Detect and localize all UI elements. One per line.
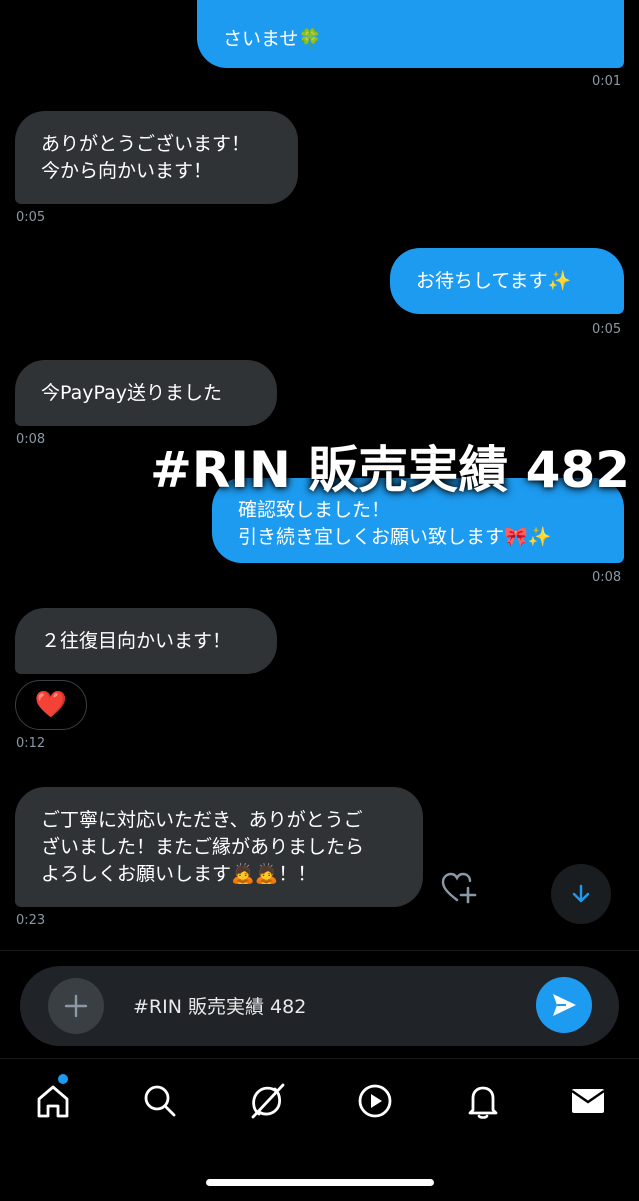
message-reaction[interactable]: ❤️ xyxy=(15,680,87,730)
home-indicator xyxy=(206,1179,434,1186)
message-timestamp: 0:05 xyxy=(16,210,46,225)
message-timestamp: 0:08 xyxy=(16,432,46,447)
message-timestamp: 0:08 xyxy=(592,570,622,585)
message-incoming[interactable]: ２往復目向かいます！ xyxy=(15,608,277,674)
divider xyxy=(0,950,639,951)
message-timestamp: 0:05 xyxy=(592,322,622,337)
home-icon[interactable] xyxy=(31,1074,75,1123)
overlay-caption: #RIN 販売実績 482 xyxy=(150,441,631,499)
notification-dot xyxy=(58,1074,68,1084)
message-outgoing[interactable]: さいませ🍀 xyxy=(197,0,624,68)
plus-icon xyxy=(64,994,88,1018)
messages-icon[interactable] xyxy=(566,1079,610,1123)
message-incoming[interactable]: ご丁寧に対応いただき、ありがとうご ざいました！またご縁がありましたら よろしく… xyxy=(15,787,423,907)
add-reaction-icon[interactable] xyxy=(440,870,480,906)
message-incoming[interactable]: ありがとうございます！ 今から向かいます！ xyxy=(15,111,298,204)
message-text: ご丁寧に対応いただき、ありがとうご ざいました！またご縁がありましたら よろしく… xyxy=(41,808,365,885)
send-button[interactable] xyxy=(536,977,592,1033)
scroll-to-bottom-button[interactable] xyxy=(551,864,611,924)
message-text: さいませ🍀 xyxy=(223,28,323,50)
message-incoming[interactable]: 今PayPay送りました xyxy=(15,360,277,426)
message-text: ２往復目向かいます！ xyxy=(41,629,232,652)
send-icon xyxy=(553,994,576,1016)
message-outgoing[interactable]: お待ちしてます✨ xyxy=(390,248,624,314)
grok-icon[interactable] xyxy=(245,1079,289,1123)
video-icon[interactable] xyxy=(353,1079,397,1123)
message-text: ありがとうございます！ 今から向かいます！ xyxy=(41,132,251,182)
message-text: 確認致しました！ 引き続き宜しくお願い致します🎀✨ xyxy=(238,498,552,548)
message-timestamp: 0:23 xyxy=(16,913,46,928)
message-timestamp: 0:12 xyxy=(16,736,46,751)
arrow-down-icon xyxy=(572,884,590,903)
message-text: 今PayPay送りました xyxy=(41,381,222,404)
add-attachment-button[interactable] xyxy=(48,978,104,1034)
search-icon[interactable] xyxy=(138,1079,182,1123)
message-composer: #RIN 販売実績 482 xyxy=(20,966,619,1046)
notifications-icon[interactable] xyxy=(461,1079,505,1123)
message-input[interactable]: #RIN 販売実績 482 xyxy=(133,992,306,1019)
message-text: お待ちしてます✨ xyxy=(416,269,572,292)
message-timestamp: 0:01 xyxy=(592,74,622,89)
